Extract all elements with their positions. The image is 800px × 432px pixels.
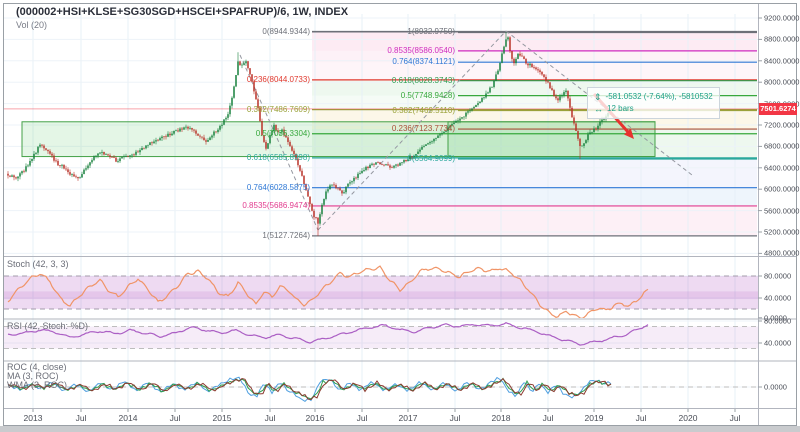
chart-canvas[interactable] <box>0 0 800 432</box>
rsi-pane <box>4 323 758 349</box>
bars-range-icon: ↔ <box>594 103 603 115</box>
time-axis[interactable] <box>0 409 758 426</box>
measure-tool-info-box[interactable]: ⇕ -581.0532 (-7.64%), -5810532 ↔ 12 bars <box>587 87 720 119</box>
stoch-pane <box>4 266 758 318</box>
roc-wma-line <box>8 379 611 400</box>
price-range-icon: ⇕ <box>594 91 602 103</box>
trading-chart-window: 0(8944.9344)0.236(8044.0733)0.382(7486.7… <box>0 0 800 432</box>
measure-range-text: -581.0532 (-7.64%), -5810532 <box>606 91 713 103</box>
roc-pane <box>4 377 758 401</box>
price-axis[interactable] <box>758 0 800 426</box>
support-zone-boxes[interactable] <box>22 122 655 157</box>
measure-bars-text: 12 bars <box>607 103 634 115</box>
